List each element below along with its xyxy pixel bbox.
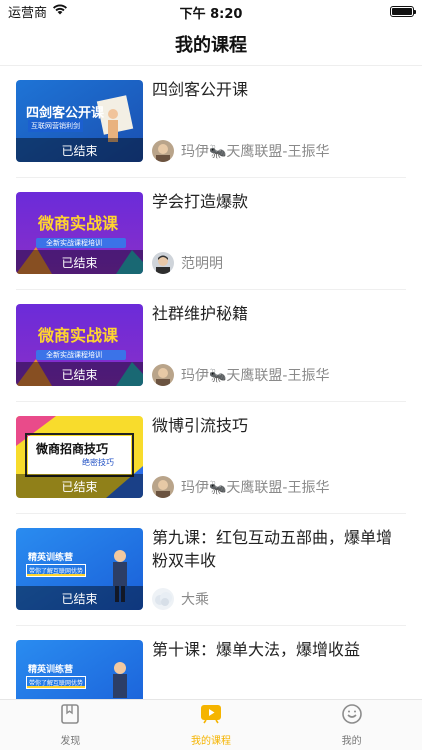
tab-label: 我的课程 <box>191 736 231 747</box>
avatar <box>152 140 174 162</box>
course-item[interactable]: 微商招商技巧 绝密技巧 已结束 微博引流技巧 玛伊🐜天鹰联盟-王振华 <box>16 402 406 514</box>
page-title: 我的课程 <box>175 34 247 56</box>
play-icon <box>199 703 223 729</box>
teacher-name: 玛伊🐜天鹰联盟-王振华 <box>181 144 330 160</box>
course-item[interactable]: 微商实战课 全新实战课程培训 已结束 社群维护秘籍 玛伊🐜天鹰联盟-王振华 <box>16 290 406 402</box>
thumb-headline: 微商实战课 <box>38 214 119 233</box>
teacher-name: 范明明 <box>181 256 223 272</box>
course-item[interactable]: 四剑客公开课 互联网营销利剑 已结束 四剑客公开课 玛伊🐜天鹰联盟-王振华 <box>16 66 406 178</box>
thumb-subtext: 全新实战课程培训 <box>46 239 102 247</box>
avatar <box>152 252 174 274</box>
course-status-badge: 已结束 <box>16 138 143 162</box>
course-title: 社群维护秘籍 <box>152 304 249 323</box>
thumb-subtext: 全新实战课程培训 <box>46 351 102 359</box>
smile-icon <box>341 703 363 729</box>
battery-icon <box>390 5 416 17</box>
course-item[interactable]: 精英训练营 带你了解互联网优势 已结束 第九课：红包互动五部曲，爆单增粉双丰收 … <box>16 514 406 626</box>
course-item[interactable]: 微商实战课 全新实战课程培训 已结束 学会打造爆款 范明明 <box>16 178 406 290</box>
thumb-headline: 精英训练营 <box>28 553 74 563</box>
course-title: 第十课：爆单大法，爆增收益 <box>152 640 361 659</box>
avatar <box>152 476 174 498</box>
avatar <box>152 588 174 610</box>
course-title: 四剑客公开课 <box>152 80 249 99</box>
teacher-name: 玛伊🐜天鹰联盟-王振华 <box>181 480 330 496</box>
course-title: 学会打造爆款 <box>152 192 249 211</box>
tab-bar: 发现 我的课程 我的 <box>0 699 422 750</box>
avatar <box>152 364 174 386</box>
course-thumbnail: 精英训练营 带你了解互联网优势 已结束 <box>16 528 143 610</box>
thumb-subtext: 绝密技巧 <box>82 458 114 467</box>
course-thumbnail: 微商招商技巧 绝密技巧 已结束 <box>16 416 143 498</box>
thumb-headline: 微商实战课 <box>38 326 119 345</box>
tab-label: 发现 <box>60 736 81 747</box>
course-item[interactable]: 精英训练营 带你了解互联网优势 第十课：爆单大法，爆增收益 <box>16 626 406 699</box>
thumb-headline: 四剑客公开课 <box>26 106 105 121</box>
course-status-badge: 已结束 <box>16 586 143 610</box>
course-status-badge: 已结束 <box>16 474 143 498</box>
book-icon <box>59 703 81 729</box>
course-thumbnail: 精英训练营 带你了解互联网优势 <box>16 640 143 699</box>
thumb-headline: 精英训练营 <box>28 665 74 675</box>
teacher-info: 大乘 <box>152 588 209 610</box>
teacher-info: 玛伊🐜天鹰联盟-王振华 <box>152 140 329 162</box>
course-thumbnail: 微商实战课 全新实战课程培训 已结束 <box>16 304 143 386</box>
teacher-info: 玛伊🐜天鹰联盟-王振华 <box>152 476 329 498</box>
status-time: 下午 8:20 <box>179 7 243 22</box>
thumb-subtext: 带你了解互联网优势 <box>26 564 87 577</box>
tab-my-courses[interactable]: 我的课程 <box>141 700 282 750</box>
tab-discover[interactable]: 发现 <box>0 700 141 750</box>
course-status-badge: 已结束 <box>16 362 143 386</box>
tab-me[interactable]: 我的 <box>281 700 422 750</box>
teacher-info: 范明明 <box>152 252 223 274</box>
thumb-subtext: 互联网营销利剑 <box>28 120 83 132</box>
thumb-headline: 微商招商技巧 <box>36 442 109 456</box>
course-status-badge: 已结束 <box>16 250 143 274</box>
course-title: 第九课：红包互动五部曲，爆单增粉双丰收 <box>152 528 393 570</box>
thumb-subtext: 带你了解互联网优势 <box>26 676 87 689</box>
teacher-name: 大乘 <box>181 592 209 608</box>
course-thumbnail: 四剑客公开课 互联网营销利剑 已结束 <box>16 80 143 162</box>
tab-label: 我的 <box>341 736 362 747</box>
nav-bar: 我的课程 <box>0 22 422 66</box>
course-list[interactable]: 四剑客公开课 互联网营销利剑 已结束 四剑客公开课 玛伊🐜天鹰联盟-王振华 微商… <box>0 66 422 699</box>
teacher-info: 玛伊🐜天鹰联盟-王振华 <box>152 364 329 386</box>
course-thumbnail: 微商实战课 全新实战课程培训 已结束 <box>16 192 143 274</box>
teacher-name: 玛伊🐜天鹰联盟-王振华 <box>181 368 330 384</box>
status-bar: 运营商 下午 8:20 <box>0 0 422 22</box>
course-title: 微博引流技巧 <box>152 416 249 435</box>
